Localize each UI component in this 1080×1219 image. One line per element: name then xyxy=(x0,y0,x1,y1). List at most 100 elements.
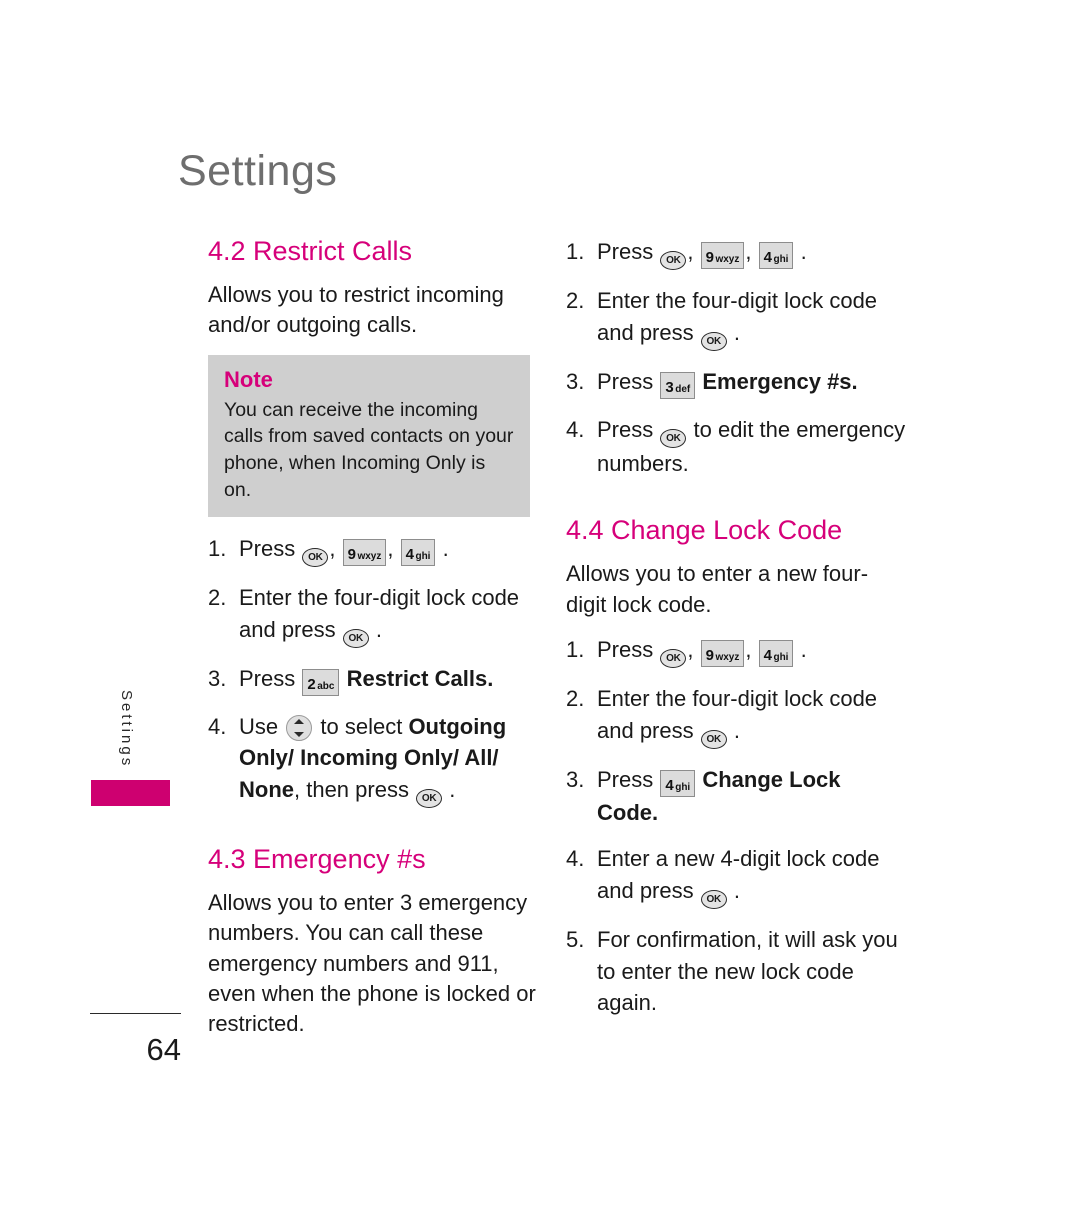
key-letters: ghi xyxy=(773,651,789,663)
steps-change-lock-code: 1. Press OK, 9 wxyz, 4 ghi . 2. Enter the … xyxy=(566,634,906,1019)
key-letters: ghi xyxy=(675,781,691,793)
step-number: 2. xyxy=(208,585,227,611)
key-letters: ghi xyxy=(415,551,431,563)
key-9-wxyz-icon: 9 wxyz xyxy=(342,539,387,567)
page-number: 64 xyxy=(146,1032,181,1067)
step-punctuation: . xyxy=(800,239,807,264)
step-punctuation: , xyxy=(387,536,394,562)
step-item: 2. Enter the four-digit lock code and pr… xyxy=(566,683,906,749)
step-text: Use xyxy=(239,713,279,739)
key-letters: wxyz xyxy=(715,254,740,265)
section-intro-emergency-numbers: Allows you to enter 3 emergency numbers.… xyxy=(208,889,536,1037)
key-letters: abc xyxy=(317,680,335,692)
step-item: 4. Enter a new 4-digit lock code and pre… xyxy=(566,843,906,909)
key-letters: def xyxy=(675,383,691,395)
ok-key-icon: OK xyxy=(342,628,369,648)
step-punctuation: . xyxy=(733,717,740,743)
key-digit: 4 xyxy=(763,646,772,664)
step-punctuation: , xyxy=(687,636,694,662)
key-digit: 9 xyxy=(347,546,356,564)
side-tab-label: Settings xyxy=(118,690,135,769)
key-digit: 9 xyxy=(705,646,714,664)
step-text: For confirmation, it will ask you to ent… xyxy=(597,926,898,1016)
step-text: Press xyxy=(597,766,654,792)
section-intro-change-lock-code: Allows you to enter a new four-digit loc… xyxy=(566,561,869,617)
key-letters: wxyz xyxy=(357,551,382,563)
key-4-ghi-icon: 4 ghi xyxy=(400,539,436,567)
key-4-ghi-icon: 4 ghi xyxy=(758,242,794,269)
step-item: 2. Enter the four-digit lock code and pr… xyxy=(566,285,906,351)
section-heading-restrict-calls: 4.2 Restrict Calls xyxy=(208,236,413,266)
step-number: 4. xyxy=(566,846,585,872)
step-number: 3. xyxy=(566,766,585,792)
key-digit: 4 xyxy=(665,776,674,794)
key-letters: ghi xyxy=(773,254,789,265)
key-digit: 4 xyxy=(763,249,772,266)
folio-divider xyxy=(90,1013,181,1014)
step-punctuation: . xyxy=(800,636,807,662)
step-punctuation: , xyxy=(745,239,752,264)
step-text: Press xyxy=(597,636,654,662)
ok-key-icon: OK xyxy=(700,729,727,749)
steps-restrict-calls: 1. Press OK, 9 wxyz, 4 ghi . 2. Enter the … xyxy=(208,533,538,809)
step-punctuation: , xyxy=(329,536,336,562)
side-tab-marker xyxy=(91,780,170,806)
step-number: 1. xyxy=(566,239,585,264)
ok-key-icon: OK xyxy=(660,428,687,448)
step-text: Press xyxy=(239,536,296,562)
step-number: 3. xyxy=(208,665,227,691)
step-number: 1. xyxy=(566,636,585,662)
key-2-abc-icon: 2 abc xyxy=(302,668,340,696)
step-item: 2. Enter the four-digit lock code and pr… xyxy=(208,582,538,648)
step-text: Press xyxy=(239,665,296,691)
key-4-ghi-icon: 4 ghi xyxy=(758,639,794,667)
section-intro-restrict-calls: Allows you to restrict incoming and/or o… xyxy=(208,281,504,338)
step-punctuation: . xyxy=(449,777,456,803)
key-3-def-icon: 3 def xyxy=(660,371,696,399)
step-punctuation: . xyxy=(442,536,449,562)
key-9-wxyz-icon: 9 wxyz xyxy=(700,639,745,667)
step-item: 1. Press OK, 9 wxyz, 4 ghi . xyxy=(566,634,906,668)
step-number: 1. xyxy=(208,536,227,562)
manual-page: Settings Settings 64 4.2 Restrict Calls … xyxy=(0,0,1080,1219)
key-9-wxyz-icon: 9 wxyz xyxy=(700,242,745,269)
step-text: Press xyxy=(597,368,654,394)
step-punctuation: . xyxy=(733,319,740,345)
section-heading-emergency-numbers: 4.3 Emergency #s xyxy=(208,844,426,875)
step-number: 2. xyxy=(566,685,585,711)
step-number: 5. xyxy=(566,926,585,952)
step-text: Press xyxy=(597,239,654,264)
step-text-bold: Emergency #s. xyxy=(702,368,858,394)
ok-key-icon: OK xyxy=(660,648,687,668)
key-4-ghi-icon: 4 ghi xyxy=(660,769,696,797)
steps-emergency-numbers: 1. Press OK, 9 wxyz, 4 ghi . 2. Enter the … xyxy=(566,236,906,479)
step-item: 3. Press 3 def Emergency #s. xyxy=(566,366,906,399)
ok-key-icon: OK xyxy=(700,331,727,351)
step-number: 4. xyxy=(566,416,585,442)
step-punctuation: , xyxy=(687,239,694,264)
step-item: 1. Press OK, 9 wxyz, 4 ghi . xyxy=(208,533,538,568)
step-text: Press xyxy=(597,416,654,442)
ok-key-icon: OK xyxy=(302,548,329,568)
ok-key-icon: OK xyxy=(660,251,687,270)
step-number: 4. xyxy=(208,713,227,739)
step-item: 1. Press OK, 9 wxyz, 4 ghi . xyxy=(566,236,906,270)
step-item: 4. Use to select Outgoing Only/ Incoming… xyxy=(208,711,538,809)
step-item: 3. Press 2 abc Restrict Calls. xyxy=(208,663,538,696)
step-text-bold: Restrict Calls. xyxy=(346,665,494,691)
note-body: You can receive the incoming calls from … xyxy=(224,398,514,501)
section-heading-change-lock-code: 4.4 Change Lock Code xyxy=(566,515,843,546)
note-callout: Note You can receive the incoming calls … xyxy=(208,354,530,518)
left-column: 4.2 Restrict Calls Allows you to restric… xyxy=(208,236,538,1054)
ok-key-icon: OK xyxy=(416,789,443,809)
step-item: 4. Press OK to edit the emergency number… xyxy=(566,414,906,480)
step-text: to select xyxy=(320,713,403,739)
ok-key-icon: OK xyxy=(700,889,727,909)
step-text: , then press xyxy=(294,777,409,803)
step-punctuation: . xyxy=(375,616,382,642)
step-punctuation: . xyxy=(733,877,740,903)
step-item: 5. For confirmation, it will ask you to … xyxy=(566,924,906,1019)
step-number: 3. xyxy=(566,368,585,394)
key-letters: wxyz xyxy=(715,651,740,663)
navigation-updown-key-icon xyxy=(286,714,313,741)
